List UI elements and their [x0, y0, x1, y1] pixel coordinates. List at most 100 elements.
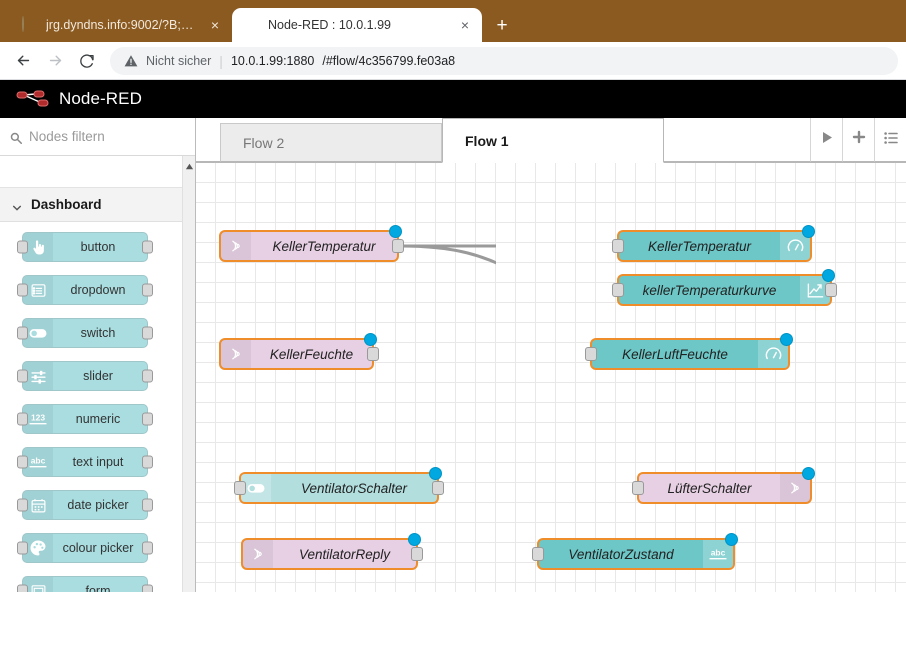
palette-category-dashboard[interactable]: Dashboard [0, 188, 195, 222]
flow-list-button[interactable] [874, 118, 906, 162]
node-output-port[interactable] [411, 547, 423, 561]
node-changed-indicator [802, 225, 815, 238]
node-input-port[interactable] [612, 239, 624, 253]
mqtt-signal-icon [243, 540, 273, 568]
node-input-port[interactable] [612, 283, 624, 297]
flow-node-label: kellerTemperaturkurve [642, 282, 777, 298]
flow-tab-actions [810, 118, 906, 162]
flow-node-n3[interactable]: KellerTemperatur [612, 225, 815, 262]
svg-text:abc: abc [31, 456, 46, 466]
svg-text:123: 123 [31, 413, 45, 423]
palette-node-label: form [85, 584, 111, 592]
palette-node-label: slider [83, 369, 113, 383]
browser-tab-1-close-icon[interactable]: × [206, 16, 224, 34]
palette-node-label: dropdown [70, 283, 126, 297]
node-input-port[interactable] [532, 547, 544, 561]
forward-button[interactable] [40, 46, 70, 76]
palette-node-label: date picker [67, 498, 129, 512]
add-flow-button[interactable] [842, 118, 874, 162]
palette-node-label: switch [80, 326, 116, 340]
scroll-up-arrow-icon[interactable] [185, 158, 194, 170]
flow-node-label: KellerFeuchte [269, 346, 354, 362]
app-title: Node-RED [59, 89, 142, 108]
flow-node-n5[interactable]: KellerLuftFeuchte [585, 333, 793, 370]
flow-canvas[interactable]: KellerTemperatur KellerFeuchte KellerTempe… [196, 163, 906, 592]
node-input-port [17, 283, 28, 297]
reload-button[interactable] [72, 46, 102, 76]
flow-tab-label: Flow 2 [243, 134, 285, 151]
svg-text:abc: abc [711, 548, 726, 558]
node-input-port [17, 412, 28, 426]
flow-node-n9[interactable]: VentilatorZustand abc [532, 533, 738, 570]
wire[interactable] [399, 244, 496, 290]
flow-tab-lead-spacer [196, 118, 220, 162]
chevron-down-icon [12, 200, 22, 211]
flow-tab-flow-1[interactable]: Flow 1 [442, 118, 664, 163]
palette-sidebar: Dashboard button dropdown [0, 118, 196, 592]
palette-node-switch[interactable]: switch [17, 318, 153, 348]
flow-node-n1[interactable]: KellerTemperatur [219, 225, 404, 262]
palette-category-label: Dashboard [31, 197, 102, 212]
browser-tab-1[interactable]: jrg.dyndns.info:9002/?B;status × [10, 8, 232, 42]
node-changed-indicator [429, 467, 442, 480]
node-input-port [17, 584, 28, 592]
node-output-port[interactable] [825, 283, 837, 297]
node-input-port [17, 455, 28, 469]
node-output-port [142, 455, 153, 469]
palette-node-label: numeric [75, 412, 121, 426]
flow-node-n2[interactable]: KellerFeuchte [219, 333, 379, 370]
palette-node-colour-picker[interactable]: colour picker [17, 533, 153, 563]
palette-node-date-picker[interactable]: date picker [17, 490, 153, 520]
node-output-port[interactable] [432, 481, 444, 495]
workspace: Flow 2 Flow 1 KellerTemperatur KellerFeu… [196, 118, 906, 592]
back-button[interactable] [8, 46, 38, 76]
omnibox-separator: | [219, 52, 223, 69]
palette-node-numeric[interactable]: 123 numeric [17, 404, 153, 434]
node-red-icon [244, 17, 260, 33]
address-bar[interactable]: Nicht sicher | 10.0.1.99:1880 /#flow/4c35… [110, 46, 898, 75]
node-output-port[interactable] [392, 239, 404, 253]
palette-node-list: button dropdown switch slider 123 numeri… [0, 222, 195, 592]
node-input-port[interactable] [234, 481, 246, 495]
palette-node-dropdown[interactable]: dropdown [17, 275, 153, 305]
flow-node-n6[interactable]: VentilatorSchalter [234, 467, 444, 504]
flow-node-n4[interactable]: kellerTemperaturkurve [612, 269, 837, 306]
wire[interactable] [375, 290, 496, 313]
node-input-port [17, 541, 28, 555]
flow-node-n8[interactable]: VentilatorReply [241, 533, 423, 570]
mqtt-signal-icon [221, 340, 251, 368]
node-input-port [17, 369, 28, 383]
node-input-port [17, 498, 28, 512]
node-input-port[interactable] [585, 347, 597, 361]
node-output-port[interactable] [367, 347, 379, 361]
new-tab-button[interactable]: + [488, 11, 516, 39]
palette-node-text-input[interactable]: abc text input [17, 447, 153, 477]
warning-triangle-icon [124, 54, 138, 67]
browser-tab-2-title: Node-RED : 10.0.1.99 [268, 18, 391, 32]
node-input-port[interactable] [632, 481, 644, 495]
node-output-port [142, 584, 153, 592]
node-red-logo-icon [16, 89, 50, 109]
mqtt-signal-icon [221, 232, 251, 260]
flow-node-label: VentilatorReply [298, 546, 391, 562]
palette-node-form[interactable]: form [17, 576, 153, 592]
security-status-label: Nicht sicher [146, 53, 212, 68]
flow-node-label: KellerTemperatur [647, 238, 752, 254]
palette-search-row [0, 118, 195, 156]
palette-node-slider[interactable]: slider [17, 361, 153, 391]
search-input[interactable] [29, 129, 185, 144]
palette-scrollbar[interactable] [182, 156, 195, 592]
palette-node-label: text input [72, 455, 124, 469]
node-output-port [142, 240, 153, 254]
play-icon [821, 131, 833, 149]
palette-top-spacer [0, 156, 195, 188]
flow-node-n7[interactable]: LüfterSchalter [632, 467, 815, 504]
node-input-port [17, 240, 28, 254]
node-output-port [142, 541, 153, 555]
deploy-play-button[interactable] [810, 118, 842, 162]
palette-node-button[interactable]: button [17, 232, 153, 262]
browser-tab-2[interactable]: Node-RED : 10.0.1.99 × [232, 8, 482, 42]
flow-tab-flow-2[interactable]: Flow 2 [220, 123, 442, 162]
browser-tab-2-close-icon[interactable]: × [456, 16, 474, 34]
node-output-port [142, 326, 153, 340]
